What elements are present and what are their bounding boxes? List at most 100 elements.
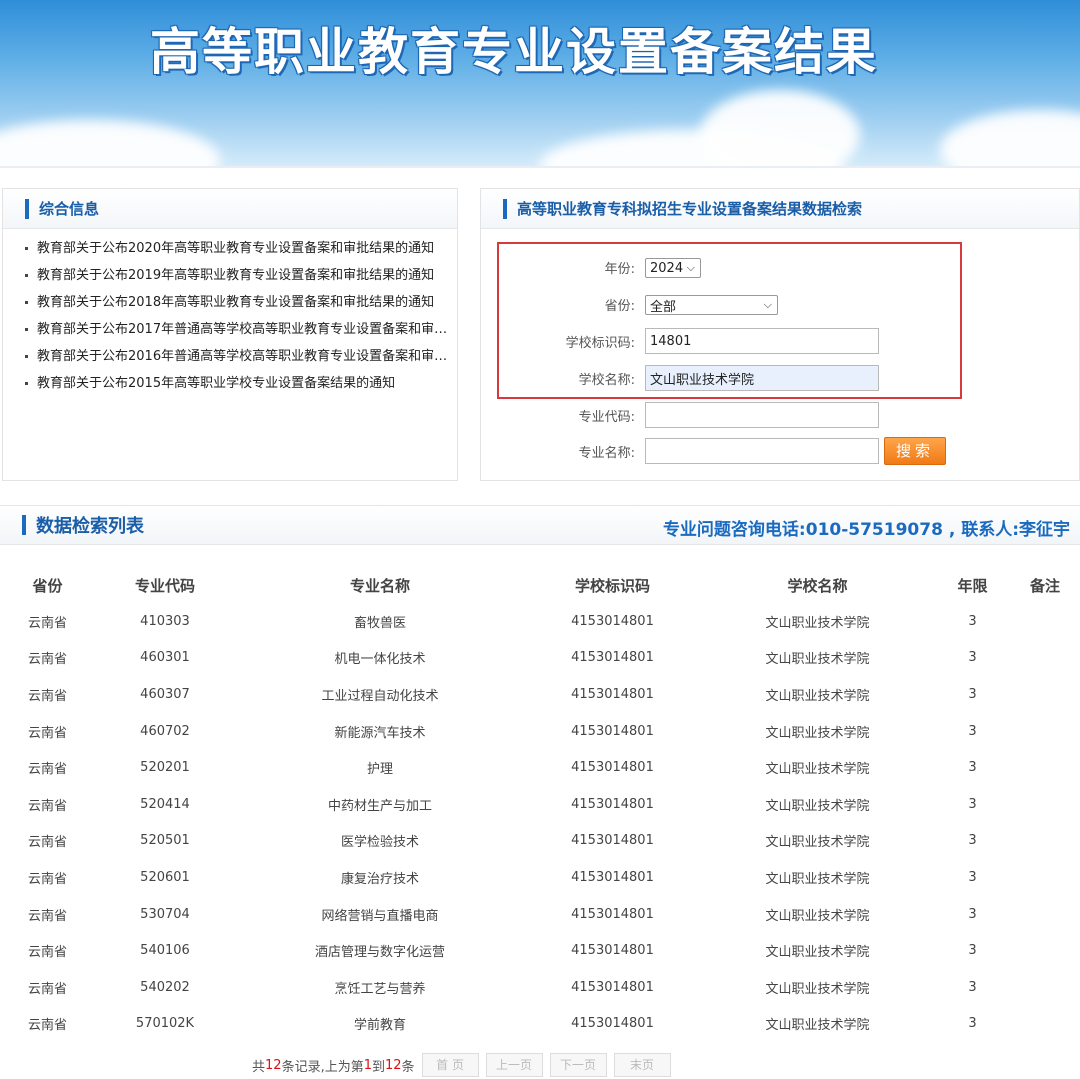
major-name-cell: 学前教育 xyxy=(353,1018,406,1034)
province-cell: 云南省 xyxy=(27,762,67,778)
major-name-cell: 护理 xyxy=(366,762,393,778)
table-body: 云南省 410303 畜牧兽医 4153014801 文山职业技术学院 3 云南省 46030… xyxy=(0,603,1080,1042)
search-button[interactable]: 搜索 xyxy=(884,437,946,465)
school-name-cell: 文山职业技术学院 xyxy=(765,615,870,631)
major-code-label: 专业代码: xyxy=(578,410,635,425)
header-banner: 高等职业教育专业设置备案结果 xyxy=(0,0,1080,166)
school-code-cell: 4153014801 xyxy=(571,760,654,776)
remark-cell xyxy=(1010,640,1080,677)
cloud-decoration xyxy=(700,90,860,166)
info-panel-header: 综合信息 xyxy=(3,189,457,229)
school-code-cell: 4153014801 xyxy=(571,833,654,849)
school-code-cell: 4153014801 xyxy=(571,613,654,629)
major-code-cell: 460301 xyxy=(140,650,190,666)
major-name-cell: 工业过程自动化技术 xyxy=(321,688,439,704)
table-row: 云南省 530704 网络营销与直播电商 4153014801 文山职业技术学院 3 xyxy=(0,896,1080,933)
province-cell: 云南省 xyxy=(27,871,67,887)
news-link[interactable]: 教育部关于公布2020年高等职业教育专业设置备案和审批结果的通知 xyxy=(25,235,455,262)
search-panel-title: 高等职业教育专科拟招生专业设置备案结果数据检索 xyxy=(517,200,863,218)
major-code-cell: 520201 xyxy=(140,760,190,776)
school-code-cell: 4153014801 xyxy=(571,1016,654,1032)
major-name-label: 专业名称: xyxy=(578,446,635,461)
province-cell: 云南省 xyxy=(27,835,67,851)
major-code-input[interactable] xyxy=(645,402,879,428)
title-bar-accent xyxy=(503,198,507,219)
remark-cell xyxy=(1010,1006,1080,1043)
school-code-cell: 4153014801 xyxy=(571,723,654,739)
school-name-cell: 文山职业技术学院 xyxy=(765,981,870,997)
first-page-button[interactable]: 首 页 xyxy=(421,1053,479,1077)
pager-text: 条 xyxy=(401,1059,415,1075)
table-row: 云南省 520501 医学检验技术 4153014801 文山职业技术学院 3 xyxy=(0,823,1080,860)
school-name-cell: 文山职业技术学院 xyxy=(765,908,870,924)
hotline-text: 专业问题咨询电话:010-57519078 , 联系人:李征宇 xyxy=(662,520,1070,540)
search-panel-header: 高等职业教育专科拟招生专业设置备案结果数据检索 xyxy=(481,189,1079,229)
duration-cell: 3 xyxy=(968,760,977,776)
divider xyxy=(0,166,1080,168)
remark-cell xyxy=(1010,932,1080,969)
duration-cell: 3 xyxy=(968,869,977,885)
last-page-button[interactable]: 末页 xyxy=(613,1053,671,1077)
news-link[interactable]: 教育部关于公布2015年高等职业学校专业设置备案结果的通知 xyxy=(25,370,455,397)
major-code-cell: 520501 xyxy=(140,833,190,849)
remark-cell xyxy=(1010,749,1080,786)
duration-cell: 3 xyxy=(968,943,977,959)
remark-cell xyxy=(1010,676,1080,713)
province-cell: 云南省 xyxy=(27,725,67,741)
prev-page-button[interactable]: 上一页 xyxy=(485,1053,543,1077)
news-link[interactable]: 教育部关于公布2016年普通高等学校高等职业教育专业设置备案和审批结果的通知 xyxy=(25,343,455,370)
major-code-cell: 460307 xyxy=(140,686,190,702)
news-list: 教育部关于公布2020年高等职业教育专业设置备案和审批结果的通知 教育部关于公布… xyxy=(3,229,457,397)
province-cell: 云南省 xyxy=(27,981,67,997)
remark-cell xyxy=(1010,603,1080,640)
table-header-row: 省份 专业代码 专业名称 学校标识码 学校名称 年限 备注 xyxy=(0,568,1080,603)
major-code-cell: 460702 xyxy=(140,723,190,739)
duration-cell: 3 xyxy=(968,650,977,666)
school-name-cell: 文山职业技术学院 xyxy=(765,871,870,887)
pagination: 共 12 条记录,上为第 1 到 12 条 首 页 上一页 下一页 末页 xyxy=(252,1052,671,1078)
major-name-cell: 医学检验技术 xyxy=(340,835,419,851)
major-name-input[interactable] xyxy=(645,438,879,464)
column-header: 备注 xyxy=(1029,577,1060,595)
duration-cell: 3 xyxy=(968,906,977,922)
results-header: 数据检索列表 专业问题咨询电话:010-57519078 , 联系人:李征宇 xyxy=(0,505,1080,545)
duration-cell: 3 xyxy=(968,833,977,849)
major-code-cell: 540202 xyxy=(140,979,190,995)
news-link[interactable]: 教育部关于公布2019年高等职业教育专业设置备案和审批结果的通知 xyxy=(25,262,455,289)
column-header: 省份 xyxy=(32,577,63,595)
pager-text: 条记录,上为第 xyxy=(281,1059,364,1075)
table-row: 云南省 460702 新能源汽车技术 4153014801 文山职业技术学院 3 xyxy=(0,713,1080,750)
title-bar-accent xyxy=(25,198,29,219)
major-name-cell: 康复治疗技术 xyxy=(340,871,419,887)
range-to: 12 xyxy=(385,1057,402,1073)
remark-cell xyxy=(1010,713,1080,750)
news-link[interactable]: 教育部关于公布2017年普通高等学校高等职业教育专业设置备案和审批结果的通知 xyxy=(25,316,455,343)
province-cell: 云南省 xyxy=(27,615,67,631)
major-code-cell: 530704 xyxy=(140,906,190,922)
table-row: 云南省 520201 护理 4153014801 文山职业技术学院 3 xyxy=(0,749,1080,786)
school-code-cell: 4153014801 xyxy=(571,686,654,702)
school-name-cell: 文山职业技术学院 xyxy=(765,762,870,778)
news-link[interactable]: 教育部关于公布2018年高等职业教育专业设置备案和审批结果的通知 xyxy=(25,289,455,316)
major-name-cell: 畜牧兽医 xyxy=(353,615,406,631)
school-code-cell: 4153014801 xyxy=(571,906,654,922)
remark-cell xyxy=(1010,786,1080,823)
major-name-cell: 酒店管理与数字化运营 xyxy=(314,945,445,961)
column-header: 年限 xyxy=(957,577,988,595)
school-name-cell: 文山职业技术学院 xyxy=(765,652,870,668)
table-row: 云南省 540106 酒店管理与数字化运营 4153014801 文山职业技术学院 3 xyxy=(0,932,1080,969)
major-name-cell: 中药材生产与加工 xyxy=(327,798,432,814)
remark-cell xyxy=(1010,896,1080,933)
results-table: 省份 专业代码 专业名称 学校标识码 学校名称 年限 备注 云南省 410303 畜… xyxy=(0,568,1080,1042)
duration-cell: 3 xyxy=(968,686,977,702)
duration-cell: 3 xyxy=(968,796,977,812)
info-panel-title: 综合信息 xyxy=(39,200,100,218)
next-page-button[interactable]: 下一页 xyxy=(549,1053,607,1077)
table-row: 云南省 460301 机电一体化技术 4153014801 文山职业技术学院 3 xyxy=(0,640,1080,677)
column-header: 学校标识码 xyxy=(574,577,650,595)
cloud-decoration xyxy=(940,110,1080,166)
province-cell: 云南省 xyxy=(27,1018,67,1034)
range-from: 1 xyxy=(363,1057,372,1073)
annotation-highlight-box xyxy=(497,242,962,399)
major-code-cell: 540106 xyxy=(140,943,190,959)
